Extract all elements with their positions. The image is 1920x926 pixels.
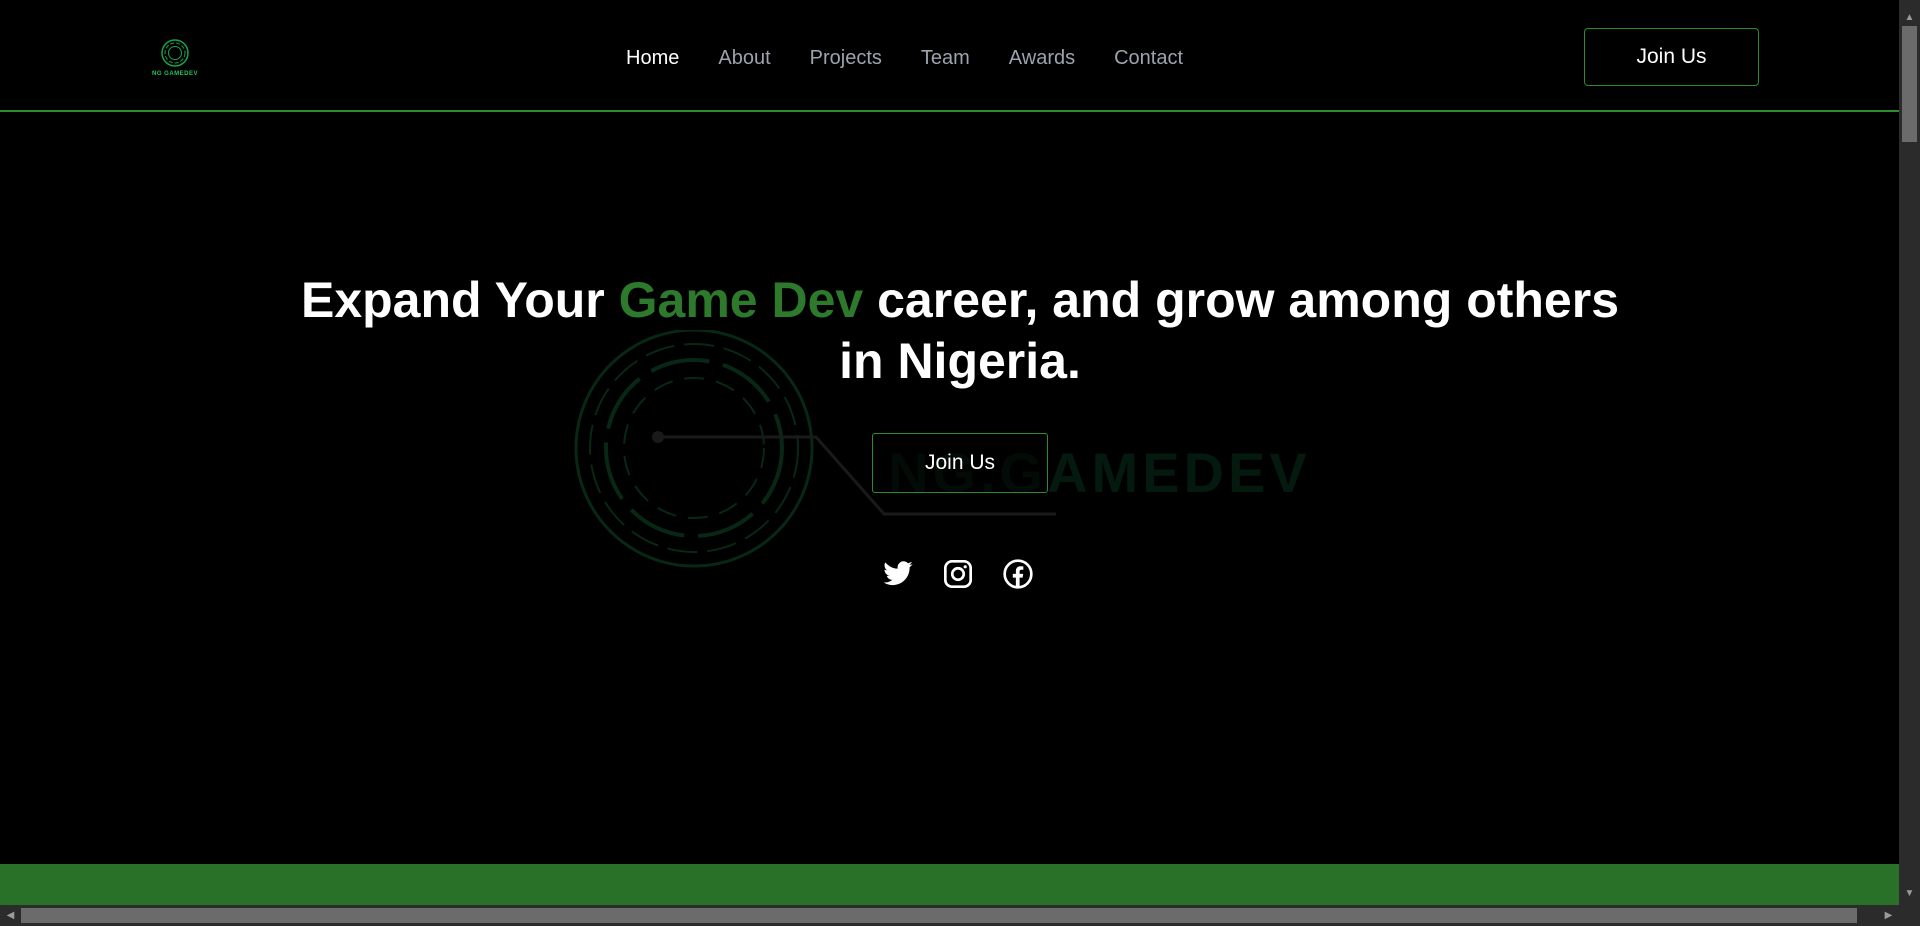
hero-title-accent: Game Dev [618, 272, 864, 328]
header-join-button[interactable]: Join Us [1584, 28, 1759, 86]
page-viewport: NG GAMEDEV Home About Projects Team Awar… [0, 0, 1899, 905]
hero-join-button[interactable]: Join Us [872, 433, 1048, 493]
scroll-right-icon[interactable]: ▶ [1880, 905, 1897, 926]
section-band [0, 864, 1899, 905]
nav-team[interactable]: Team [921, 47, 970, 70]
twitter-icon[interactable] [882, 558, 914, 590]
nav-contact[interactable]: Contact [1114, 47, 1183, 70]
scrollbar-corner [1899, 905, 1920, 926]
nav-home[interactable]: Home [626, 47, 679, 70]
site-logo[interactable]: NG GAMEDEV [148, 37, 202, 85]
instagram-icon[interactable] [942, 558, 974, 590]
main-nav: Home About Projects Team Awards Contact [626, 47, 1222, 70]
hero-title: Expand Your Game Dev career, and grow am… [300, 270, 1620, 392]
scroll-left-icon[interactable]: ◀ [2, 905, 19, 926]
hero-title-after: career, and grow among others in Nigeria… [839, 272, 1619, 389]
scroll-up-icon[interactable]: ▲ [1899, 9, 1920, 26]
site-header: NG GAMEDEV Home About Projects Team Awar… [0, 7, 1899, 112]
logo-text: NG GAMEDEV [151, 71, 198, 77]
nav-projects[interactable]: Projects [810, 47, 882, 70]
vertical-scrollbar[interactable]: ▲ ▼ [1899, 0, 1920, 905]
vertical-scroll-thumb[interactable] [1902, 26, 1917, 142]
hero-title-before: Expand Your [300, 272, 619, 328]
facebook-icon[interactable] [1002, 558, 1034, 590]
nav-awards[interactable]: Awards [1009, 47, 1075, 70]
social-links [882, 558, 1034, 590]
horizontal-scroll-thumb[interactable] [21, 908, 1857, 923]
nav-about[interactable]: About [718, 47, 770, 70]
ring-logo-icon [161, 39, 189, 67]
horizontal-scrollbar[interactable]: ◀ ▶ [0, 905, 1899, 926]
scroll-down-icon[interactable]: ▼ [1899, 885, 1920, 902]
